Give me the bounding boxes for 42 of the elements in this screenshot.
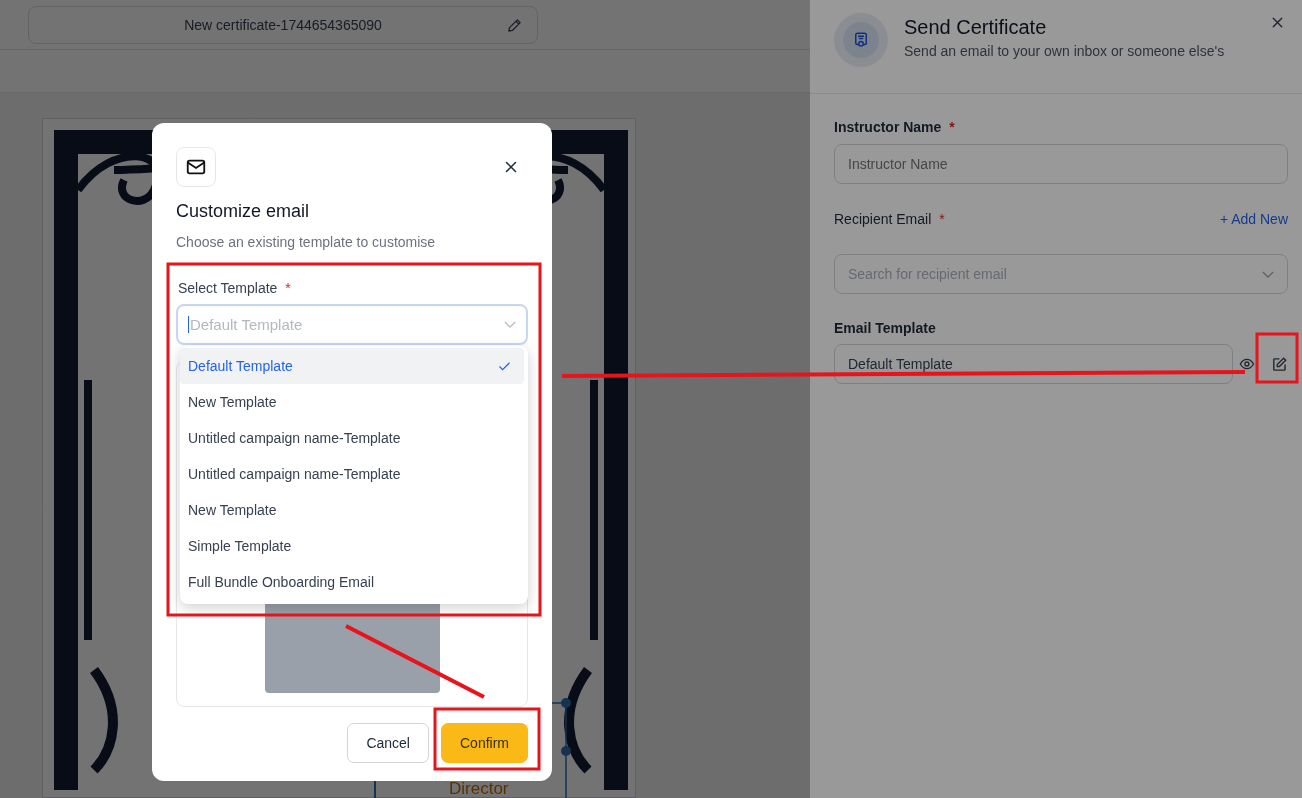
cancel-button[interactable]: Cancel <box>347 723 429 763</box>
modal-title: Customize email <box>176 201 311 222</box>
chevron-down-icon <box>1262 270 1274 278</box>
certificate-name: New certificate-1744654365090 <box>184 17 382 33</box>
panel-subtitle: Send an email to your own inbox or someone else's <box>904 43 1225 59</box>
dropdown-option[interactable]: Untitled campaign name-Template <box>180 420 524 456</box>
pencil-icon[interactable] <box>506 17 523 34</box>
certificate-icon <box>843 22 879 58</box>
option-label: Full Bundle Onboarding Email <box>188 574 374 590</box>
field-label: Select Template <box>178 280 278 296</box>
email-template-value: Default Template <box>848 356 953 372</box>
required-mark: * <box>949 119 955 135</box>
select-placeholder: Default Template <box>188 316 303 333</box>
dropdown-option[interactable]: Full Bundle Onboarding Email <box>180 564 524 600</box>
dropdown-option[interactable]: Simple Template <box>180 528 524 564</box>
dropdown-option[interactable]: New Template <box>180 384 524 420</box>
required-mark: * <box>285 280 291 296</box>
dropdown-option[interactable]: Default Template <box>180 348 524 384</box>
chevron-down-icon <box>504 321 516 328</box>
signature-title: Director <box>449 781 509 797</box>
option-label: Untitled campaign name-Template <box>188 430 401 446</box>
highlight-frame <box>1255 332 1299 384</box>
email-template-field[interactable]: Default Template <box>834 344 1234 384</box>
option-label: Simple Template <box>188 538 292 554</box>
option-label: Untitled campaign name-Template <box>188 466 401 482</box>
dropdown-option[interactable]: Untitled campaign name-Template <box>180 456 524 492</box>
panel-title: Send Certificate <box>904 16 1048 39</box>
field-label: Instructor Name <box>834 119 942 135</box>
certificate-name-field[interactable]: New certificate-1744654365090 <box>28 6 538 44</box>
instructor-name-input[interactable]: Instructor Name <box>834 144 1288 184</box>
option-label: Default Template <box>188 358 293 374</box>
dropdown-option[interactable]: New Template <box>180 492 524 528</box>
confirm-button[interactable]: Confirm <box>441 723 528 763</box>
required-mark: * <box>939 211 945 227</box>
eye-icon[interactable] <box>1239 356 1256 372</box>
edit-icon[interactable] <box>1271 355 1288 373</box>
option-label: New Template <box>188 502 277 518</box>
add-new-link[interactable]: + Add New <box>1219 211 1288 227</box>
field-label: Recipient Email <box>834 211 932 227</box>
option-label: New Template <box>188 394 277 410</box>
field-label: Email Template <box>834 320 936 336</box>
modal-subtitle: Choose an existing template to customise <box>176 234 437 250</box>
